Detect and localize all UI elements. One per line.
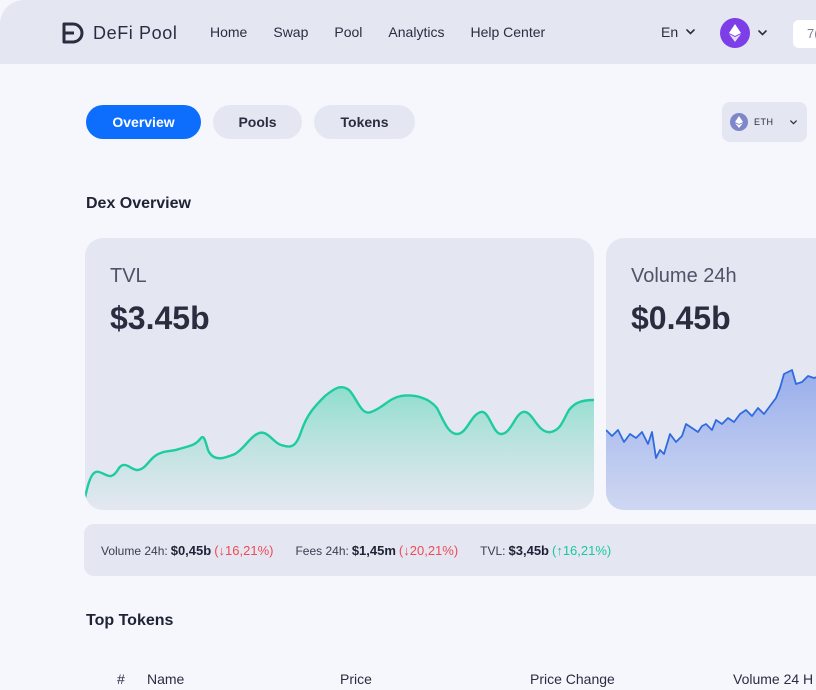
nav-pool[interactable]: Pool bbox=[334, 24, 362, 40]
brand-name: DeFi Pool bbox=[93, 22, 178, 43]
volume-card: Volume 24h $0.45b bbox=[606, 238, 816, 510]
nav-home[interactable]: Home bbox=[210, 24, 247, 40]
defi-pool-logo-icon bbox=[62, 22, 84, 44]
stat-value: $1,45m bbox=[351, 542, 396, 558]
stat-label: Fees 24h: bbox=[295, 543, 349, 558]
tab-overview[interactable]: Overview bbox=[86, 105, 201, 139]
stat-fees-24h: Fees 24h: $1,45m (↓20,21%) bbox=[295, 543, 458, 558]
stat-tvl: TVL: $3,45b (↑16,21%) bbox=[480, 543, 611, 558]
wallet-address-box[interactable]: 7( bbox=[793, 20, 816, 48]
stat-value: $0,45b bbox=[170, 542, 212, 558]
tvl-area-fill bbox=[85, 387, 594, 510]
stats-bar: Volume 24h: $0,45b (↓16,21%) Fees 24h: $1,4… bbox=[84, 524, 816, 576]
ethereum-icon bbox=[730, 113, 748, 131]
chevron-down-icon[interactable] bbox=[758, 30, 767, 36]
network-label: ETH bbox=[754, 117, 774, 127]
app-frame: DeFi Pool Home Swap Pool Analytics Help … bbox=[0, 0, 816, 690]
column-header-price[interactable]: Price bbox=[340, 671, 372, 687]
column-header-rank[interactable]: # bbox=[117, 671, 125, 687]
chevron-down-icon bbox=[789, 119, 797, 125]
stat-label: TVL: bbox=[480, 543, 506, 558]
network-select[interactable]: ETH bbox=[722, 102, 807, 142]
stat-volume-24h: Volume 24h: $0,45b (↓16,21%) bbox=[101, 543, 273, 558]
main-nav: Home Swap Pool Analytics Help Center bbox=[210, 24, 571, 40]
tvl-area-chart bbox=[85, 385, 594, 510]
nav-analytics[interactable]: Analytics bbox=[388, 24, 444, 40]
stat-change-up: (↑16,21%) bbox=[552, 542, 612, 558]
top-tokens-title: Top Tokens bbox=[86, 612, 174, 629]
stat-change-down: (↓16,21%) bbox=[214, 542, 274, 558]
tvl-card: TVL $3.45b bbox=[85, 238, 594, 510]
stat-value: $3,45b bbox=[508, 542, 549, 558]
ethereum-icon bbox=[729, 24, 741, 42]
language-label: En bbox=[661, 24, 679, 40]
stat-label: Volume 24h: bbox=[101, 543, 168, 558]
tab-pools[interactable]: Pools bbox=[213, 105, 302, 139]
wallet-address-text: 7( bbox=[807, 26, 816, 41]
volume-label: Volume 24h bbox=[631, 265, 737, 287]
chevron-down-icon bbox=[686, 29, 695, 35]
dex-overview-title: Dex Overview bbox=[86, 195, 191, 212]
column-header-name[interactable]: Name bbox=[147, 671, 184, 687]
nav-swap[interactable]: Swap bbox=[273, 24, 308, 40]
tvl-label: TVL bbox=[110, 265, 147, 287]
network-badge[interactable] bbox=[720, 18, 750, 48]
brand-logo[interactable]: DeFi Pool bbox=[62, 21, 177, 45]
tvl-value: $3.45b bbox=[110, 300, 210, 336]
column-header-price-change[interactable]: Price Change bbox=[530, 671, 615, 687]
stat-change-down: (↓20,21%) bbox=[398, 542, 459, 558]
volume-area-fill bbox=[606, 370, 816, 510]
tab-tokens[interactable]: Tokens bbox=[314, 105, 415, 139]
volume-value: $0.45b bbox=[631, 300, 731, 336]
nav-help-center[interactable]: Help Center bbox=[470, 24, 545, 40]
top-header: DeFi Pool Home Swap Pool Analytics Help … bbox=[0, 0, 816, 64]
column-header-volume-24h[interactable]: Volume 24 H bbox=[733, 671, 813, 687]
language-selector[interactable]: En bbox=[661, 24, 695, 40]
